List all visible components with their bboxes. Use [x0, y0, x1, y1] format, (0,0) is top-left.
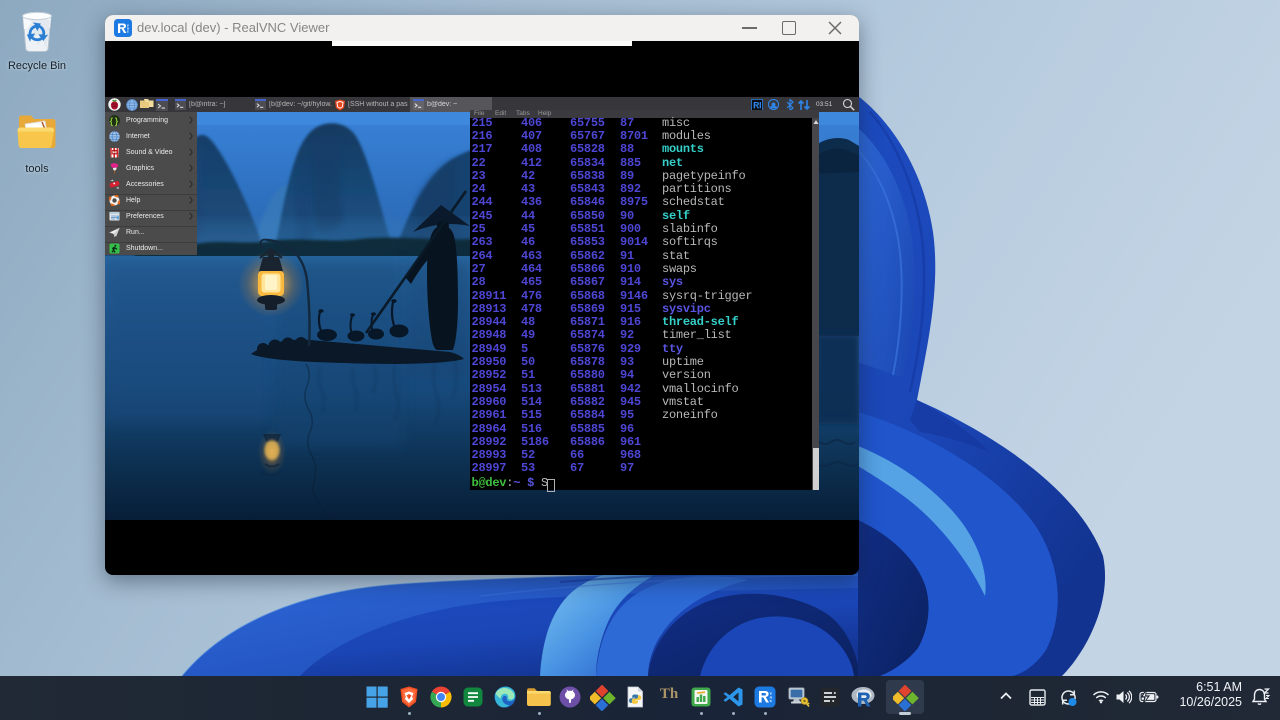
- svg-text:}: }: [115, 115, 119, 125]
- svg-text:{: {: [110, 115, 114, 125]
- svg-text:c: c: [127, 30, 129, 34]
